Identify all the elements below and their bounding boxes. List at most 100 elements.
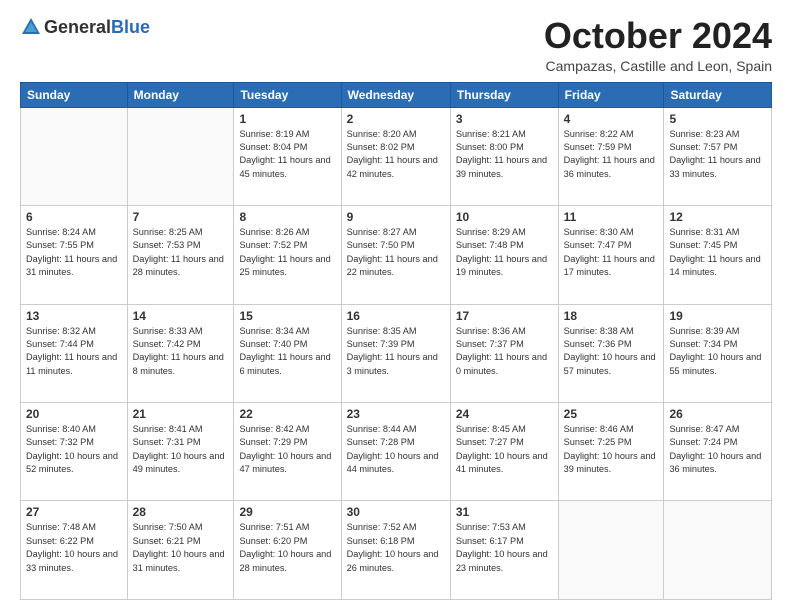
day-info: Sunrise: 8:26 AM Sunset: 7:52 PM Dayligh… (239, 226, 335, 279)
day-info: Sunrise: 8:44 AM Sunset: 7:28 PM Dayligh… (347, 423, 445, 476)
logo-general-text: General (44, 17, 111, 38)
calendar-cell: 19Sunrise: 8:39 AM Sunset: 7:34 PM Dayli… (664, 304, 772, 402)
day-number: 22 (239, 407, 335, 421)
day-info: Sunrise: 8:47 AM Sunset: 7:24 PM Dayligh… (669, 423, 766, 476)
logo-blue-text: Blue (111, 17, 150, 38)
day-number: 29 (239, 505, 335, 519)
weekday-header: Thursday (450, 82, 558, 107)
calendar-cell (21, 107, 128, 205)
day-info: Sunrise: 7:48 AM Sunset: 6:22 PM Dayligh… (26, 521, 122, 574)
day-number: 20 (26, 407, 122, 421)
day-number: 9 (347, 210, 445, 224)
weekday-header: Wednesday (341, 82, 450, 107)
page: GeneralBlue October 2024 Campazas, Casti… (0, 0, 792, 612)
day-info: Sunrise: 8:19 AM Sunset: 8:04 PM Dayligh… (239, 128, 335, 181)
day-info: Sunrise: 8:40 AM Sunset: 7:32 PM Dayligh… (26, 423, 122, 476)
calendar-cell: 20 Sunrise: 8:40 AM Sunset: 7:32 PM Dayli… (21, 403, 128, 501)
calendar-week-row: 6 Sunrise: 8:24 AM Sunset: 7:55 PM Daylig… (21, 206, 772, 304)
day-info: Sunrise: 8:32 AM Sunset: 7:44 PM Dayligh… (26, 325, 122, 378)
day-info: Sunrise: 8:22 AM Sunset: 7:59 PM Dayligh… (564, 128, 659, 181)
day-info: Sunrise: 8:24 AM Sunset: 7:55 PM Dayligh… (26, 226, 122, 279)
calendar-cell: 12 Sunrise: 8:31 AM Sunset: 7:45 PM Dayli… (664, 206, 772, 304)
day-number: 15 (239, 309, 335, 323)
calendar-cell: 17 Sunrise: 8:36 AM Sunset: 7:37 PM Dayli… (450, 304, 558, 402)
calendar-cell: 5Sunrise: 8:23 AM Sunset: 7:57 PM Daylig… (664, 107, 772, 205)
day-number: 14 (133, 309, 229, 323)
calendar-cell: 22 Sunrise: 8:42 AM Sunset: 7:29 PM Dayli… (234, 403, 341, 501)
day-number: 21 (133, 407, 229, 421)
calendar-cell: 11 Sunrise: 8:30 AM Sunset: 7:47 PM Dayli… (558, 206, 664, 304)
calendar-header-row: SundayMondayTuesdayWednesdayThursdayFrid… (21, 82, 772, 107)
day-info: Sunrise: 8:35 AM Sunset: 7:39 PM Dayligh… (347, 325, 445, 378)
day-info: Sunrise: 8:45 AM Sunset: 7:27 PM Dayligh… (456, 423, 553, 476)
calendar-cell: 28Sunrise: 7:50 AM Sunset: 6:21 PM Dayli… (127, 501, 234, 600)
header: GeneralBlue October 2024 Campazas, Casti… (20, 16, 772, 74)
calendar-week-row: 1 Sunrise: 8:19 AM Sunset: 8:04 PM Daylig… (21, 107, 772, 205)
day-number: 17 (456, 309, 553, 323)
calendar-cell: 23 Sunrise: 8:44 AM Sunset: 7:28 PM Dayli… (341, 403, 450, 501)
day-number: 5 (669, 112, 766, 126)
day-info: Sunrise: 8:29 AM Sunset: 7:48 PM Dayligh… (456, 226, 553, 279)
day-info: Sunrise: 8:25 AM Sunset: 7:53 PM Dayligh… (133, 226, 229, 279)
location: Campazas, Castille and Leon, Spain (544, 58, 772, 74)
calendar-cell: 21 Sunrise: 8:41 AM Sunset: 7:31 PM Dayli… (127, 403, 234, 501)
day-number: 8 (239, 210, 335, 224)
month-title: October 2024 (544, 16, 772, 56)
day-number: 1 (239, 112, 335, 126)
day-info: Sunrise: 8:30 AM Sunset: 7:47 PM Dayligh… (564, 226, 659, 279)
day-info: Sunrise: 8:31 AM Sunset: 7:45 PM Dayligh… (669, 226, 766, 279)
calendar-cell: 31Sunrise: 7:53 AM Sunset: 6:17 PM Dayli… (450, 501, 558, 600)
day-number: 27 (26, 505, 122, 519)
weekday-header: Saturday (664, 82, 772, 107)
calendar-cell: 14Sunrise: 8:33 AM Sunset: 7:42 PM Dayli… (127, 304, 234, 402)
calendar-cell: 18 Sunrise: 8:38 AM Sunset: 7:36 PM Dayli… (558, 304, 664, 402)
day-number: 23 (347, 407, 445, 421)
calendar-cell: 24Sunrise: 8:45 AM Sunset: 7:27 PM Dayli… (450, 403, 558, 501)
day-info: Sunrise: 8:46 AM Sunset: 7:25 PM Dayligh… (564, 423, 659, 476)
calendar-cell: 10 Sunrise: 8:29 AM Sunset: 7:48 PM Dayli… (450, 206, 558, 304)
logo: GeneralBlue (20, 16, 150, 38)
calendar-cell: 13 Sunrise: 8:32 AM Sunset: 7:44 PM Dayli… (21, 304, 128, 402)
day-number: 10 (456, 210, 553, 224)
day-number: 26 (669, 407, 766, 421)
calendar-cell: 3 Sunrise: 8:21 AM Sunset: 8:00 PM Daylig… (450, 107, 558, 205)
day-number: 25 (564, 407, 659, 421)
day-info: Sunrise: 8:21 AM Sunset: 8:00 PM Dayligh… (456, 128, 553, 181)
calendar-cell: 26 Sunrise: 8:47 AM Sunset: 7:24 PM Dayli… (664, 403, 772, 501)
day-number: 2 (347, 112, 445, 126)
day-info: Sunrise: 8:36 AM Sunset: 7:37 PM Dayligh… (456, 325, 553, 378)
day-info: Sunrise: 7:51 AM Sunset: 6:20 PM Dayligh… (239, 521, 335, 574)
calendar-cell: 15Sunrise: 8:34 AM Sunset: 7:40 PM Dayli… (234, 304, 341, 402)
day-info: Sunrise: 8:27 AM Sunset: 7:50 PM Dayligh… (347, 226, 445, 279)
title-area: October 2024 Campazas, Castille and Leon… (544, 16, 772, 74)
weekday-header: Monday (127, 82, 234, 107)
day-number: 18 (564, 309, 659, 323)
day-number: 19 (669, 309, 766, 323)
calendar-week-row: 27 Sunrise: 7:48 AM Sunset: 6:22 PM Dayli… (21, 501, 772, 600)
day-number: 3 (456, 112, 553, 126)
day-info: Sunrise: 8:20 AM Sunset: 8:02 PM Dayligh… (347, 128, 445, 181)
calendar-cell: 29 Sunrise: 7:51 AM Sunset: 6:20 PM Dayli… (234, 501, 341, 600)
calendar-cell (558, 501, 664, 600)
weekday-header: Tuesday (234, 82, 341, 107)
day-number: 13 (26, 309, 122, 323)
day-info: Sunrise: 8:41 AM Sunset: 7:31 PM Dayligh… (133, 423, 229, 476)
calendar-cell: 9 Sunrise: 8:27 AM Sunset: 7:50 PM Daylig… (341, 206, 450, 304)
calendar-cell: 30 Sunrise: 7:52 AM Sunset: 6:18 PM Dayli… (341, 501, 450, 600)
day-number: 12 (669, 210, 766, 224)
day-info: Sunrise: 8:38 AM Sunset: 7:36 PM Dayligh… (564, 325, 659, 378)
day-info: Sunrise: 8:42 AM Sunset: 7:29 PM Dayligh… (239, 423, 335, 476)
calendar-cell: 27 Sunrise: 7:48 AM Sunset: 6:22 PM Dayli… (21, 501, 128, 600)
day-info: Sunrise: 7:52 AM Sunset: 6:18 PM Dayligh… (347, 521, 445, 574)
day-number: 6 (26, 210, 122, 224)
calendar-cell: 7Sunrise: 8:25 AM Sunset: 7:53 PM Daylig… (127, 206, 234, 304)
day-number: 11 (564, 210, 659, 224)
calendar-cell: 4Sunrise: 8:22 AM Sunset: 7:59 PM Daylig… (558, 107, 664, 205)
day-number: 30 (347, 505, 445, 519)
day-number: 28 (133, 505, 229, 519)
logo-icon (20, 16, 42, 38)
calendar-week-row: 13 Sunrise: 8:32 AM Sunset: 7:44 PM Dayli… (21, 304, 772, 402)
calendar-cell: 25 Sunrise: 8:46 AM Sunset: 7:25 PM Dayli… (558, 403, 664, 501)
weekday-header: Sunday (21, 82, 128, 107)
day-number: 16 (347, 309, 445, 323)
